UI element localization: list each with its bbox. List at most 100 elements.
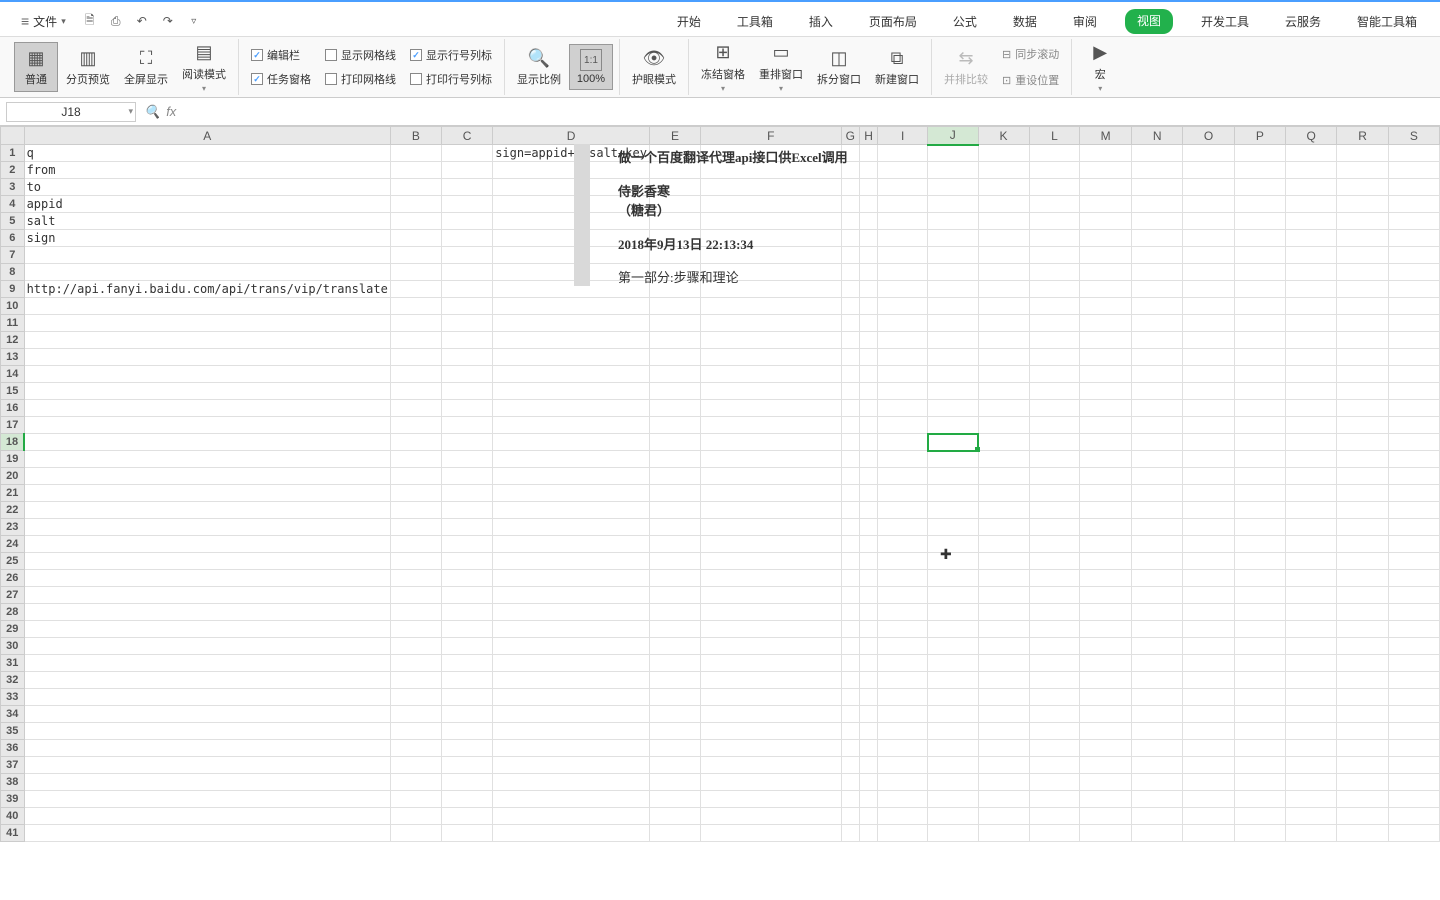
cell-A40[interactable] bbox=[24, 808, 390, 825]
cell-R31[interactable] bbox=[1337, 655, 1388, 672]
cell-B19[interactable] bbox=[390, 451, 441, 468]
cell-R21[interactable] bbox=[1337, 485, 1388, 502]
cell-R26[interactable] bbox=[1337, 570, 1388, 587]
cell-J26[interactable] bbox=[928, 570, 978, 587]
cell-I8[interactable] bbox=[878, 264, 928, 281]
cell-C30[interactable] bbox=[441, 638, 492, 655]
cell-C29[interactable] bbox=[441, 621, 492, 638]
cell-M38[interactable] bbox=[1080, 774, 1132, 791]
cell-J35[interactable] bbox=[928, 723, 978, 740]
cell-S15[interactable] bbox=[1388, 383, 1439, 400]
cell-J25[interactable] bbox=[928, 553, 978, 570]
cell-I1[interactable] bbox=[878, 145, 928, 162]
cell-D32[interactable] bbox=[493, 672, 650, 689]
cell-N24[interactable] bbox=[1132, 536, 1183, 553]
cell-O36[interactable] bbox=[1183, 740, 1235, 757]
cell-L9[interactable] bbox=[1029, 281, 1080, 298]
cell-J9[interactable] bbox=[928, 281, 978, 298]
cell-R37[interactable] bbox=[1337, 757, 1388, 774]
cell-A7[interactable] bbox=[24, 247, 390, 264]
cell-O28[interactable] bbox=[1183, 604, 1235, 621]
cell-L32[interactable] bbox=[1029, 672, 1080, 689]
cell-I23[interactable] bbox=[878, 519, 928, 536]
row-header-29[interactable]: 29 bbox=[1, 621, 25, 638]
row-header-31[interactable]: 31 bbox=[1, 655, 25, 672]
cell-O34[interactable] bbox=[1183, 706, 1235, 723]
cell-M9[interactable] bbox=[1080, 281, 1132, 298]
cell-Q21[interactable] bbox=[1285, 485, 1337, 502]
cell-F27[interactable] bbox=[701, 587, 842, 604]
cell-S1[interactable] bbox=[1388, 145, 1439, 162]
cell-G33[interactable] bbox=[841, 689, 859, 706]
cell-H12[interactable] bbox=[860, 332, 878, 349]
row-header-2[interactable]: 2 bbox=[1, 162, 25, 179]
cell-N2[interactable] bbox=[1132, 162, 1183, 179]
cell-S10[interactable] bbox=[1388, 298, 1439, 315]
cell-K37[interactable] bbox=[978, 757, 1029, 774]
cell-B14[interactable] bbox=[390, 366, 441, 383]
cell-Q35[interactable] bbox=[1285, 723, 1337, 740]
cell-A23[interactable] bbox=[24, 519, 390, 536]
cell-M22[interactable] bbox=[1080, 502, 1132, 519]
row-header-22[interactable]: 22 bbox=[1, 502, 25, 519]
cell-B1[interactable] bbox=[390, 145, 441, 162]
cell-I40[interactable] bbox=[878, 808, 928, 825]
cell-B33[interactable] bbox=[390, 689, 441, 706]
cell-L36[interactable] bbox=[1029, 740, 1080, 757]
cell-K41[interactable] bbox=[978, 825, 1029, 842]
cell-M35[interactable] bbox=[1080, 723, 1132, 740]
cell-D34[interactable] bbox=[493, 706, 650, 723]
cell-P13[interactable] bbox=[1234, 349, 1285, 366]
cell-N12[interactable] bbox=[1132, 332, 1183, 349]
cell-S27[interactable] bbox=[1388, 587, 1439, 604]
cell-A34[interactable] bbox=[24, 706, 390, 723]
cell-O27[interactable] bbox=[1183, 587, 1235, 604]
cell-I15[interactable] bbox=[878, 383, 928, 400]
cell-J19[interactable] bbox=[928, 451, 978, 468]
cell-K36[interactable] bbox=[978, 740, 1029, 757]
cell-M24[interactable] bbox=[1080, 536, 1132, 553]
cell-K30[interactable] bbox=[978, 638, 1029, 655]
cell-M21[interactable] bbox=[1080, 485, 1132, 502]
cell-Q19[interactable] bbox=[1285, 451, 1337, 468]
cell-R10[interactable] bbox=[1337, 298, 1388, 315]
chk-printgrid[interactable]: 打印网格线 bbox=[321, 70, 400, 88]
cell-C41[interactable] bbox=[441, 825, 492, 842]
cell-N35[interactable] bbox=[1132, 723, 1183, 740]
cell-P10[interactable] bbox=[1234, 298, 1285, 315]
cell-P14[interactable] bbox=[1234, 366, 1285, 383]
cell-A20[interactable] bbox=[24, 468, 390, 485]
row-header-36[interactable]: 36 bbox=[1, 740, 25, 757]
cell-M14[interactable] bbox=[1080, 366, 1132, 383]
cell-K31[interactable] bbox=[978, 655, 1029, 672]
cell-N32[interactable] bbox=[1132, 672, 1183, 689]
cell-S19[interactable] bbox=[1388, 451, 1439, 468]
cell-H30[interactable] bbox=[860, 638, 878, 655]
cell-Q38[interactable] bbox=[1285, 774, 1337, 791]
cell-N40[interactable] bbox=[1132, 808, 1183, 825]
cell-F37[interactable] bbox=[701, 757, 842, 774]
cell-G13[interactable] bbox=[841, 349, 859, 366]
cell-I41[interactable] bbox=[878, 825, 928, 842]
row-header-5[interactable]: 5 bbox=[1, 213, 25, 230]
cell-D12[interactable] bbox=[493, 332, 650, 349]
cell-R38[interactable] bbox=[1337, 774, 1388, 791]
cell-S11[interactable] bbox=[1388, 315, 1439, 332]
cell-Q9[interactable] bbox=[1285, 281, 1337, 298]
cell-J10[interactable] bbox=[928, 298, 978, 315]
row-header-12[interactable]: 12 bbox=[1, 332, 25, 349]
cell-K13[interactable] bbox=[978, 349, 1029, 366]
cell-R28[interactable] bbox=[1337, 604, 1388, 621]
row-header-23[interactable]: 23 bbox=[1, 519, 25, 536]
cell-J11[interactable] bbox=[928, 315, 978, 332]
cell-N25[interactable] bbox=[1132, 553, 1183, 570]
cell-N16[interactable] bbox=[1132, 400, 1183, 417]
cell-F19[interactable] bbox=[701, 451, 842, 468]
cell-H15[interactable] bbox=[860, 383, 878, 400]
cell-Q29[interactable] bbox=[1285, 621, 1337, 638]
cell-K3[interactable] bbox=[978, 179, 1029, 196]
cell-D22[interactable] bbox=[493, 502, 650, 519]
cell-G11[interactable] bbox=[841, 315, 859, 332]
cell-D14[interactable] bbox=[493, 366, 650, 383]
name-box[interactable]: J18 ▾ bbox=[6, 102, 136, 122]
